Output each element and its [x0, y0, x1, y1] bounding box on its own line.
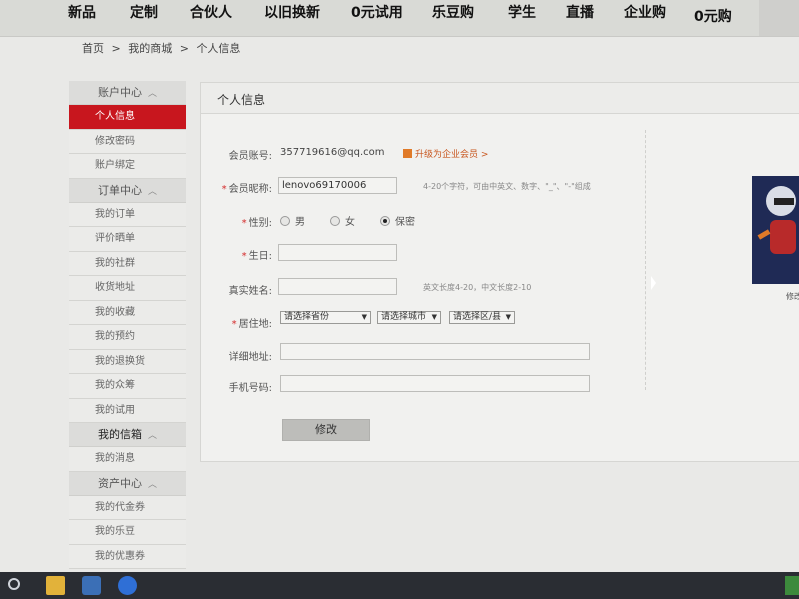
- dropdown-arrow-icon: ▼: [361, 313, 367, 321]
- avatar[interactable]: [752, 176, 799, 284]
- dropdown-arrow-icon: ▼: [505, 313, 511, 321]
- birthday-label-text: 生日:: [248, 251, 272, 262]
- upgrade-enterprise-link[interactable]: 升级为企业会员 >: [403, 147, 488, 160]
- upgrade-text: 升级为企业会员 >: [415, 150, 489, 160]
- dropdown-arrow-icon: ▼: [431, 313, 437, 321]
- nickname-hint: 4-20个字符，可由中英文、数字、"_"、"-"组成: [423, 182, 591, 191]
- radio-selected-icon: [380, 216, 390, 226]
- required-mark: *: [221, 184, 227, 195]
- avatar-rocket: [757, 229, 771, 240]
- avatar-body: [770, 220, 796, 254]
- gender-secret-radio[interactable]: 保密: [380, 213, 415, 228]
- os-taskbar: [0, 572, 799, 599]
- province-select[interactable]: 请选择省份 ▼: [280, 311, 371, 324]
- city-value: 请选择城市: [381, 312, 427, 322]
- avatar-glasses: [774, 198, 794, 205]
- realname-label: 真实姓名:: [228, 286, 272, 297]
- submit-button[interactable]: 修改: [282, 419, 370, 441]
- residence-label: * 居住地:: [194, 315, 272, 330]
- enterprise-icon: [403, 149, 412, 158]
- required-mark: *: [241, 251, 247, 262]
- search-icon[interactable]: [8, 578, 20, 590]
- phone-label: 手机号码:: [228, 383, 272, 394]
- address-input[interactable]: [280, 343, 590, 360]
- required-mark: *: [241, 218, 247, 229]
- gender-female-radio[interactable]: 女: [330, 213, 355, 228]
- required-mark: *: [231, 319, 237, 330]
- gender-label: * 性别:: [194, 214, 272, 229]
- address-label: 详细地址:: [228, 352, 272, 363]
- account-label: 会员账号:: [228, 151, 272, 162]
- avatar-edit-link[interactable]: 修改: [786, 291, 799, 302]
- account-value: 357719616@qq.com: [280, 147, 385, 158]
- divider: [645, 130, 646, 390]
- gender-option-text: 保密: [395, 217, 415, 228]
- gender-male-radio[interactable]: 男: [280, 213, 305, 228]
- gender-label-text: 性别:: [248, 218, 272, 229]
- realname-input[interactable]: [278, 278, 397, 295]
- browser-icon[interactable]: [118, 576, 137, 595]
- gender-option-text: 女: [345, 217, 355, 228]
- district-value: 请选择区/县: [453, 312, 502, 322]
- profile-form: 会员账号: 357719616@qq.com 升级为企业会员 > * 会员昵称: …: [0, 0, 799, 599]
- birthday-label: * 生日:: [194, 247, 272, 262]
- folder-icon[interactable]: [46, 576, 65, 595]
- app-icon[interactable]: [82, 576, 101, 595]
- nickname-input[interactable]: [278, 177, 397, 194]
- tray-icon[interactable]: [785, 576, 799, 595]
- province-value: 请选择省份: [284, 312, 330, 322]
- city-select[interactable]: 请选择城市 ▼: [377, 311, 441, 324]
- radio-icon: [280, 216, 290, 226]
- nickname-label: * 会员昵称:: [194, 180, 272, 195]
- gender-option-text: 男: [295, 217, 305, 228]
- district-select[interactable]: 请选择区/县 ▼: [449, 311, 515, 324]
- mouse-cursor-icon: [651, 276, 656, 290]
- radio-icon: [330, 216, 340, 226]
- birthday-input[interactable]: [278, 244, 397, 261]
- realname-hint: 英文长度4-20，中文长度2-10: [423, 283, 532, 292]
- nickname-label-text: 会员昵称:: [228, 184, 272, 195]
- residence-label-text: 居住地:: [238, 319, 272, 330]
- phone-input[interactable]: [280, 375, 590, 392]
